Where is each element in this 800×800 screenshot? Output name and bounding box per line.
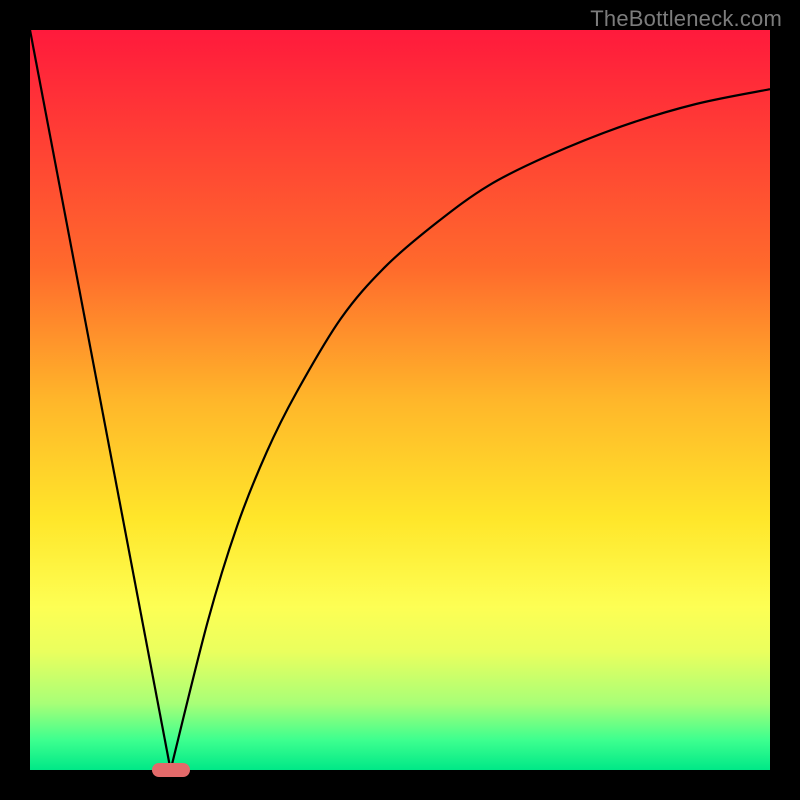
plot-area [30,30,770,770]
credit-text: TheBottleneck.com [590,6,782,32]
chart-frame: TheBottleneck.com [0,0,800,800]
right-branch-path [171,89,770,770]
left-branch-path [30,30,171,770]
optimum-marker [152,763,190,777]
curve-svg [30,30,770,770]
